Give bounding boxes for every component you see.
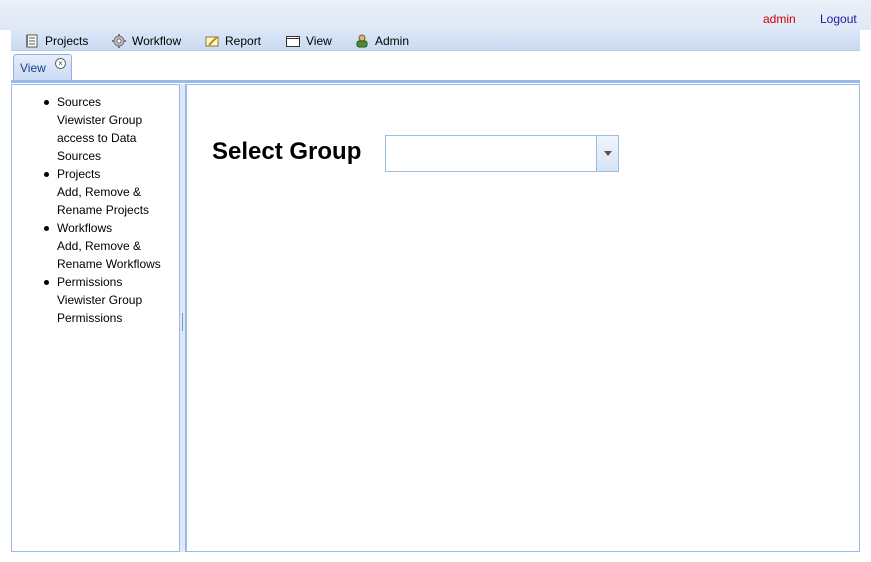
current-user-link[interactable]: admin: [763, 12, 796, 26]
nav-item-description: Viewister Group access to Data Sources: [57, 113, 143, 163]
nav-item-title[interactable]: Projects: [57, 165, 178, 183]
tab-label: View: [20, 60, 46, 75]
main-menu-bar: Projects Workflow Report View Admin: [11, 30, 860, 51]
panel-splitter[interactable]: [179, 84, 186, 552]
menu-item-label: View: [306, 33, 332, 48]
admin-nav-panel: Sources Viewister Group access to Data S…: [11, 84, 179, 552]
tab-view[interactable]: View ×: [13, 54, 72, 80]
nav-item-sources: Sources Viewister Group access to Data S…: [12, 93, 178, 165]
menu-item-projects[interactable]: Projects: [25, 32, 88, 49]
nav-item-description: Viewister Group Permissions: [57, 293, 143, 325]
nav-item-title[interactable]: Sources: [57, 93, 178, 111]
tab-strip: View ×: [11, 51, 860, 83]
nav-item-title[interactable]: Workflows: [57, 219, 178, 237]
close-icon[interactable]: ×: [55, 58, 66, 69]
chevron-down-icon[interactable]: [596, 136, 618, 171]
menu-item-label: Admin: [375, 33, 410, 48]
gear-icon: [112, 33, 126, 48]
main-content-panel: Select Group: [186, 84, 860, 552]
menu-item-label: Projects: [45, 33, 89, 48]
nav-item-permissions: Permissions Viewister Group Permissions: [12, 273, 178, 327]
logout-link[interactable]: Logout: [820, 12, 857, 26]
bullet-icon: [44, 100, 49, 105]
nav-item-projects: Projects Add, Remove & Rename Projects: [12, 165, 178, 219]
admin-nav-list: Sources Viewister Group access to Data S…: [12, 93, 178, 327]
select-group-label: Select Group: [212, 138, 362, 165]
nav-item-workflows: Workflows Add, Remove & Rename Workflows: [12, 219, 178, 273]
bullet-icon: [44, 280, 49, 285]
menu-item-label: Report: [225, 33, 262, 48]
menu-item-report[interactable]: Report: [205, 32, 261, 49]
bullet-icon: [44, 226, 49, 231]
projects-icon: [25, 34, 39, 48]
nav-item-description: Add, Remove & Rename Workflows: [57, 239, 161, 271]
menu-item-label: Workflow: [132, 33, 182, 48]
menu-item-admin[interactable]: Admin: [355, 32, 409, 49]
top-bar: admin Logout: [0, 0, 871, 30]
menu-item-view[interactable]: View: [286, 32, 332, 49]
group-select-input[interactable]: [386, 136, 596, 171]
nav-item-title[interactable]: Permissions: [57, 273, 178, 291]
nav-item-description: Add, Remove & Rename Projects: [57, 185, 150, 217]
report-icon: [205, 34, 219, 48]
splitter-grip-icon: [182, 313, 183, 331]
bullet-icon: [44, 172, 49, 177]
menu-item-workflow[interactable]: Workflow: [112, 32, 181, 49]
group-select[interactable]: [385, 135, 619, 172]
admin-icon: [355, 34, 369, 48]
view-icon: [286, 34, 300, 48]
